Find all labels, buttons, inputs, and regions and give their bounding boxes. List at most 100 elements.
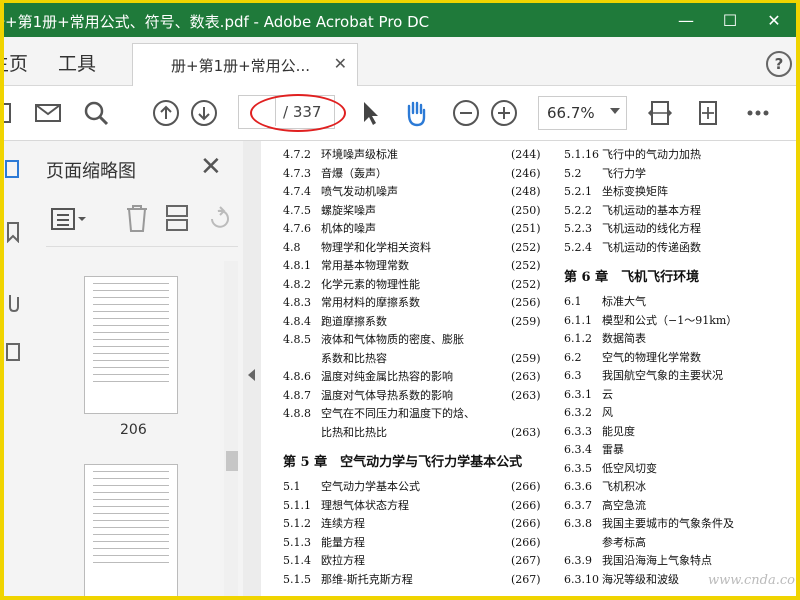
toc-entry[interactable]: 参考标高(2: [564, 535, 646, 550]
toc-section-number: 6.3.1: [564, 387, 592, 401]
toc-entry[interactable]: 6.3.8 我国主要城市的气象条件及: [564, 516, 734, 531]
toc-entry[interactable]: 5.1.16飞行中的气动力加热(2: [564, 147, 701, 162]
email-icon[interactable]: [34, 99, 62, 127]
delete-page-icon[interactable]: [124, 203, 150, 233]
toc-entry[interactable]: 6.2空气的物理化学常数(2: [564, 350, 701, 365]
search-icon[interactable]: [82, 99, 110, 127]
layers-icon[interactable]: [4, 341, 24, 363]
toc-page-number: (266): [511, 498, 541, 512]
toc-entry[interactable]: 4.8.4 跑道摩擦系数 (259): [283, 314, 541, 329]
toc-section-title: 飞机积冰: [602, 480, 646, 493]
toc-entry[interactable]: 5.2.2飞机运动的基本方程(2: [564, 203, 701, 218]
toc-entry[interactable]: 5.2.1坐标变换矩阵(2: [564, 184, 668, 199]
toc-entry[interactable]: 6.3.4雷暴(2: [564, 442, 624, 457]
toc-entry[interactable]: 6.3.9我国沿海海上气象特点(2: [564, 553, 712, 568]
toc-entry[interactable]: 4.7.5 螺旋桨噪声 (250): [283, 203, 541, 218]
toc-entry[interactable]: 4.8.8 空气在不同压力和温度下的焓、: [283, 406, 475, 421]
toc-entry[interactable]: 4.8.6 温度对纯金属比热容的影响 (263): [283, 369, 541, 384]
toc-entry[interactable]: 6.3.3能见度(2: [564, 424, 635, 439]
tab-home[interactable]: 主页: [4, 49, 28, 76]
toc-section-number: 4.8.8: [283, 407, 311, 420]
toc-chapter-heading[interactable]: 第 5 章 空气动力学与飞行力学基本公式: [283, 451, 522, 470]
toc-entry[interactable]: 6.3.1云(2: [564, 387, 613, 402]
toc-entry[interactable]: 6.3.10海况等级和波级(2: [564, 572, 679, 587]
toc-section-title: 低空风切变: [602, 461, 657, 475]
toc-section-title: 能见度: [602, 424, 635, 438]
maximize-button[interactable]: ☐: [708, 3, 752, 37]
previous-page-icon[interactable]: [152, 99, 180, 127]
toc-entry[interactable]: 4.7.2 环境噪声级标准 (244): [283, 147, 541, 162]
toc-entry[interactable]: 4.8.7 温度对气体导热系数的影响 (263): [283, 388, 541, 403]
help-icon[interactable]: ?: [766, 51, 792, 77]
toc-section-number: 5.2.2: [564, 203, 592, 217]
toc-entry[interactable]: 6.1标准大气(2: [564, 294, 646, 309]
toc-page-number: (246): [511, 166, 541, 180]
toc-entry[interactable]: 4.8.1 常用基本物理常数 (252): [283, 258, 541, 273]
thumbnail-scrollbar[interactable]: [224, 261, 238, 596]
toc-entry[interactable]: 比热和比热比 (263): [283, 425, 541, 440]
close-panel-icon[interactable]: ✕: [200, 152, 222, 182]
rotate-page-icon[interactable]: [206, 203, 232, 233]
toc-section-title: 环境噪声级标准: [321, 148, 398, 161]
toc-entry[interactable]: 6.3.7高空急流(2: [564, 498, 646, 513]
toc-section-title: 那维-斯托克斯方程: [321, 572, 413, 586]
toc-entry[interactable]: 6.3.6飞机积冰(2: [564, 479, 646, 494]
rotate-view-icon[interactable]: [694, 99, 722, 127]
toc-entry[interactable]: 6.1.2数据简表(2: [564, 331, 646, 346]
toc-page-number: (263): [511, 388, 541, 402]
toc-entry[interactable]: 4.7.6 机体的噪声 (251): [283, 221, 541, 236]
attachments-icon[interactable]: [4, 291, 24, 313]
close-button[interactable]: ✕: [752, 3, 796, 37]
minimize-button[interactable]: —: [664, 3, 708, 37]
toc-entry[interactable]: 4.8.3 常用材料的摩擦系数 (256): [283, 295, 541, 310]
page-thumbnails-icon[interactable]: [4, 159, 24, 181]
hand-tool-icon[interactable]: [402, 99, 430, 127]
save-icon[interactable]: [4, 99, 16, 127]
next-page-icon[interactable]: [190, 99, 218, 127]
zoom-select[interactable]: 66.7%: [538, 96, 627, 130]
toc-entry[interactable]: 系数和比热容 (259): [283, 351, 541, 366]
bookmarks-icon[interactable]: [4, 221, 24, 243]
toc-section-title: 常用材料的摩擦系数: [321, 296, 420, 309]
more-options-icon[interactable]: [744, 99, 772, 127]
fit-page-icon[interactable]: [646, 99, 674, 127]
page-thumbnail-206[interactable]: [84, 276, 178, 414]
toc-section-title: 理想气体状态方程: [321, 498, 409, 512]
toc-entry[interactable]: 5.2.4飞机运动的传递函数(2: [564, 240, 701, 255]
toc-entry[interactable]: 5.2飞行力学(2: [564, 166, 646, 181]
toc-entry[interactable]: 6.1.1模型和公式（−1～91km）(2: [564, 313, 737, 328]
toc-page-number: (244): [511, 148, 541, 161]
toc-section-number: 6.1.1: [564, 313, 592, 327]
toc-entry[interactable]: 5.1.3 能量方程 (266): [283, 535, 541, 550]
toc-entry[interactable]: 4.7.3 音爆（轰声） (246): [283, 166, 541, 181]
tab-document[interactable]: 册+第1册+常用公... ✕: [132, 43, 358, 87]
toc-entry[interactable]: 6.3.5低空风切变(2: [564, 461, 657, 476]
toc-entry[interactable]: 5.1 空气动力学基本公式 (266): [283, 479, 541, 494]
toc-section-number: 6.3.8: [564, 517, 592, 530]
toc-entry[interactable]: 5.1.4 欧拉方程 (267): [283, 553, 541, 568]
toc-section-title: 高空急流: [602, 498, 646, 512]
toc-entry[interactable]: 4.7.4 喷气发动机噪声 (248): [283, 184, 541, 199]
toc-entry[interactable]: 4.8 物理学和化学相关资料 (252): [283, 240, 541, 255]
toc-entry[interactable]: 4.8.2 化学元素的物理性能 (252): [283, 277, 541, 292]
scrollbar-thumb[interactable]: [226, 451, 238, 471]
toc-section-title: 我国沿海海上气象特点: [602, 554, 712, 567]
page-thumbnail-207[interactable]: [84, 464, 178, 596]
zoom-out-icon[interactable]: [452, 99, 480, 127]
toc-section-number: 4.7.6: [283, 222, 311, 235]
toc-entry[interactable]: 5.2.3飞机运动的线化方程(2: [564, 221, 701, 236]
toc-entry[interactable]: 5.1.2 连续方程 (266): [283, 516, 541, 531]
toc-entry[interactable]: 6.3我国航空气象的主要状况(2: [564, 368, 723, 383]
zoom-in-icon[interactable]: [490, 99, 518, 127]
toc-entry[interactable]: 6.3.2风(2: [564, 405, 613, 420]
panel-collapse-bar[interactable]: [243, 141, 261, 596]
insert-page-icon[interactable]: [164, 203, 190, 233]
toc-entry[interactable]: 5.1.5 那维-斯托克斯方程 (267): [283, 572, 541, 587]
toc-chapter-heading[interactable]: 第 6 章 飞机飞行环境: [564, 266, 699, 285]
close-tab-icon[interactable]: ✕: [334, 54, 347, 73]
tab-tools[interactable]: 工具: [58, 49, 96, 76]
thumbnail-options-icon[interactable]: [50, 205, 90, 233]
toc-entry[interactable]: 4.8.5 液体和气体物质的密度、膨胀: [283, 332, 464, 347]
toc-entry[interactable]: 5.1.1 理想气体状态方程 (266): [283, 498, 541, 513]
select-cursor-icon[interactable]: [356, 99, 384, 127]
